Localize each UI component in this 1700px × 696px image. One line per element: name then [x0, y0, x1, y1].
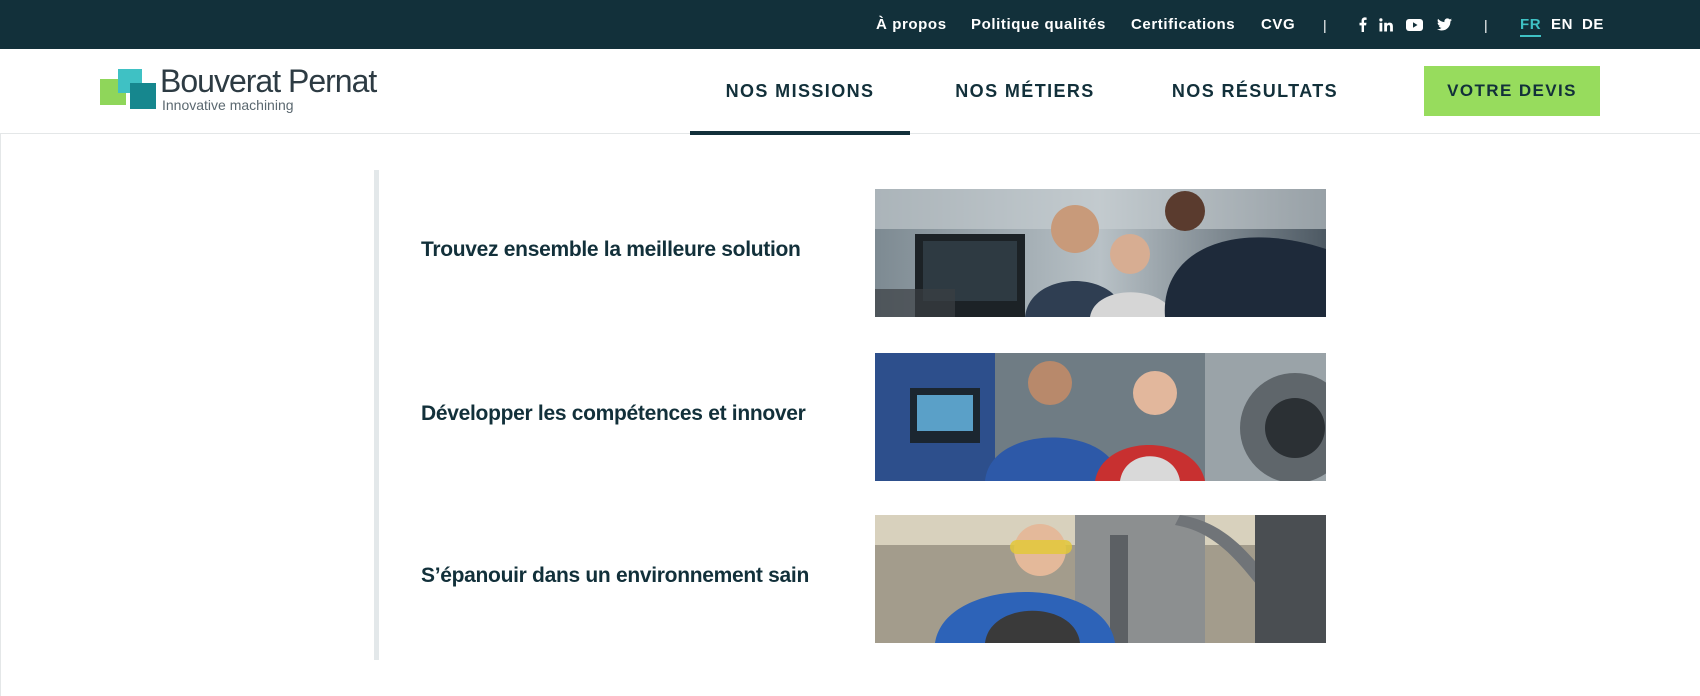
language-fr[interactable]: FR: [1520, 16, 1542, 37]
main-header: Bouverat Pernat Innovative machining NOS…: [0, 49, 1700, 135]
section-title-solution: Trouvez ensemble la meilleure solution: [421, 238, 801, 261]
photo-technicians-machine: [875, 353, 1326, 481]
content-vertical-divider: [374, 170, 379, 660]
twitter-icon[interactable]: [1436, 17, 1452, 33]
logo-name: Bouverat Pernat: [160, 63, 377, 99]
topbar-separator: |: [1484, 16, 1488, 33]
photo-worker-safety-glasses: [875, 515, 1326, 643]
photo-team-at-computer: [875, 189, 1326, 317]
language-de[interactable]: DE: [1582, 16, 1604, 33]
youtube-icon[interactable]: [1405, 17, 1423, 33]
top-link-politique-qualites[interactable]: Politique qualités: [971, 16, 1106, 33]
top-link-a-propos[interactable]: À propos: [876, 16, 947, 33]
top-link-cvg[interactable]: CVG: [1261, 16, 1295, 33]
facebook-icon[interactable]: [1354, 17, 1370, 33]
nav-nos-missions[interactable]: NOS MISSIONS: [690, 49, 910, 135]
language-en[interactable]: EN: [1551, 16, 1573, 33]
site-logo[interactable]: Bouverat Pernat Innovative machining: [100, 63, 400, 115]
nav-nos-metiers[interactable]: NOS MÉTIERS: [930, 49, 1120, 134]
topbar-separator: |: [1323, 16, 1327, 33]
votre-devis-button[interactable]: VOTRE DEVIS: [1424, 66, 1600, 116]
linkedin-icon[interactable]: [1378, 17, 1394, 33]
top-link-certifications[interactable]: Certifications: [1131, 16, 1235, 33]
logo-square-dark-teal: [130, 83, 156, 109]
section-title-environnement: S’épanouir dans un environnement sain: [421, 564, 809, 587]
section-title-competences: Développer les compétences et innover: [421, 402, 806, 425]
page-frame-edge: [0, 134, 1, 696]
nav-nos-resultats[interactable]: NOS RÉSULTATS: [1160, 49, 1350, 134]
logo-tagline: Innovative machining: [162, 97, 294, 113]
top-utility-bar: À propos Politique qualités Certificatio…: [0, 0, 1700, 49]
